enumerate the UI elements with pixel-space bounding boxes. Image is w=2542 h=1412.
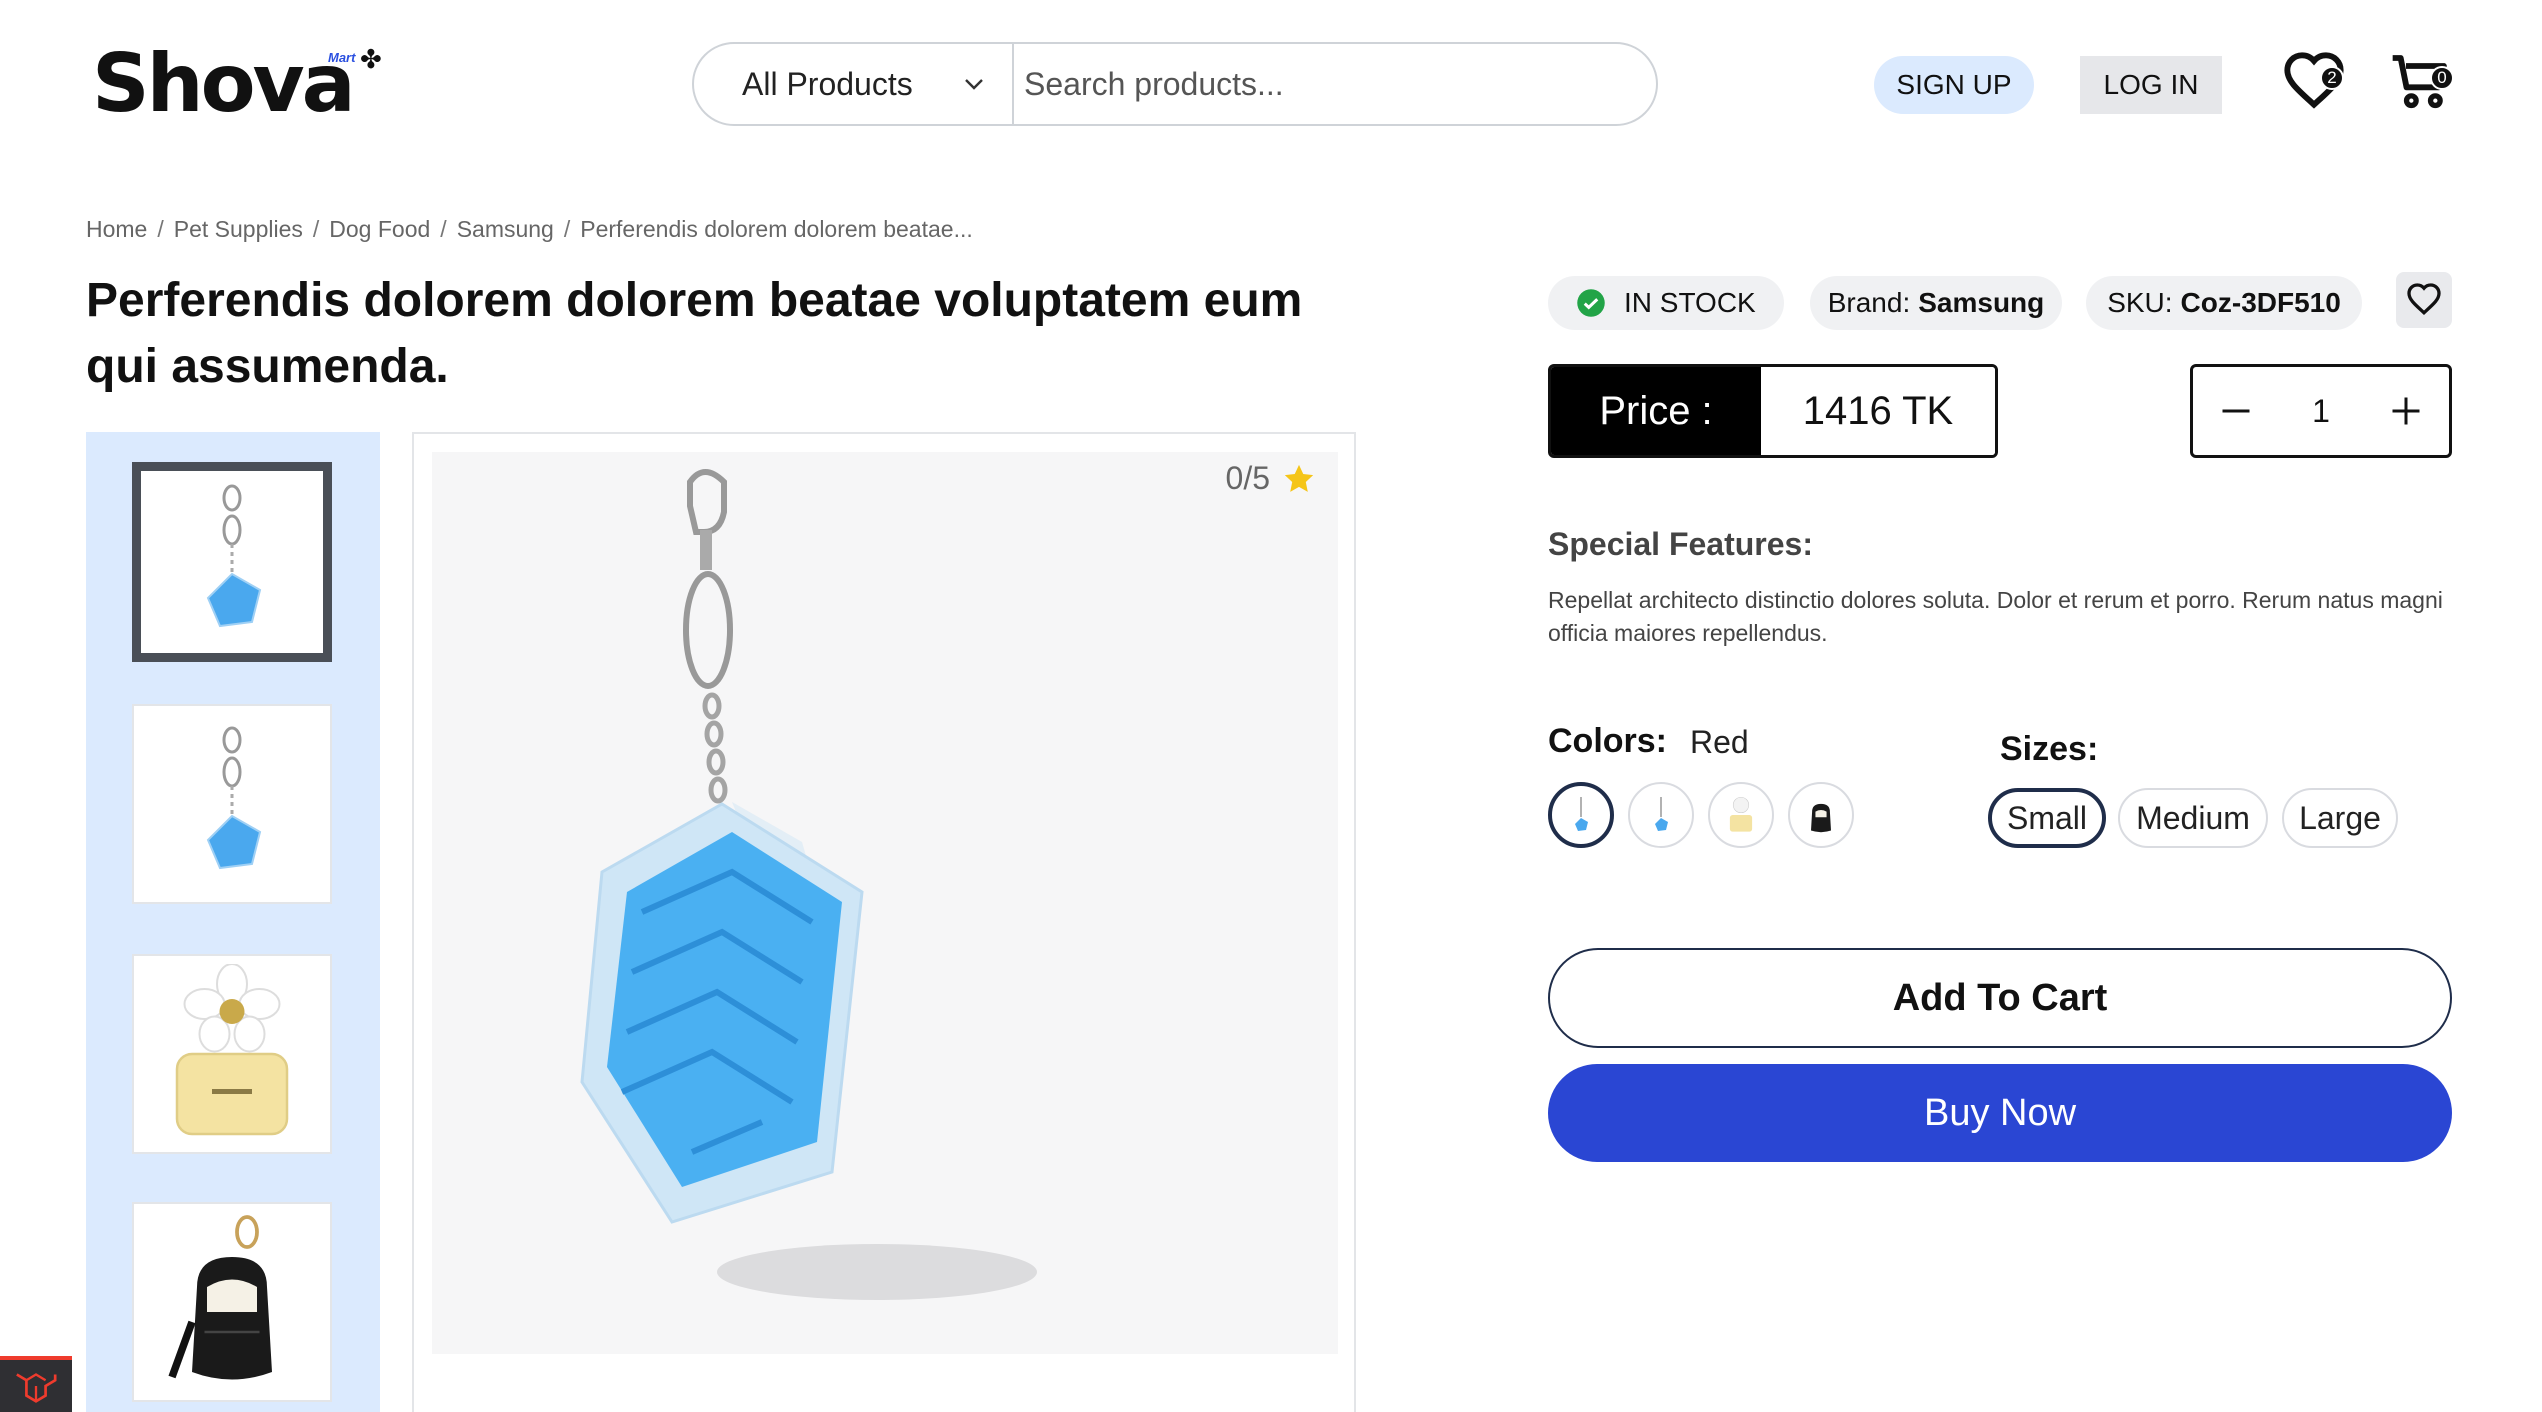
laravel-debug-tab[interactable] (0, 1356, 72, 1412)
main-product-image[interactable] (432, 452, 1338, 1354)
login-button[interactable]: LOG IN (2080, 56, 2222, 114)
check-circle-icon (1577, 289, 1605, 317)
quantity-increase-button[interactable] (2381, 386, 2431, 436)
signup-button[interactable]: SIGN UP (1874, 56, 2034, 114)
search-input[interactable] (1024, 58, 1624, 110)
site-logo[interactable]: Shova Mart ✤ (92, 44, 392, 124)
color-swatch-4[interactable] (1788, 782, 1854, 848)
product-rating: 0/5 (1226, 460, 1316, 497)
breadcrumb-separator: / (440, 216, 447, 242)
selected-color-value: Red (1690, 724, 1749, 760)
category-select[interactable]: All Products (694, 44, 1014, 124)
stock-status-text: IN STOCK (1624, 287, 1756, 318)
breadcrumb: Home / Pet Supplies / Dog Food / Samsung… (86, 216, 973, 243)
thumbnail-strip (86, 432, 380, 1412)
maze-cube-keychain-icon (1575, 797, 1588, 831)
buy-now-button[interactable]: Buy Now (1548, 1064, 2452, 1162)
price-label: Price : (1551, 367, 1761, 455)
thumbnail-2[interactable] (132, 704, 332, 904)
maze-cube-keychain-icon (206, 726, 262, 870)
quantity-value[interactable]: 1 (2312, 393, 2330, 430)
breadcrumb-dog-food[interactable]: Dog Food (329, 216, 430, 243)
main-image-frame: 0/5 (412, 432, 1356, 1412)
add-to-wishlist-button[interactable] (2396, 272, 2452, 328)
logo-tag: Mart (328, 50, 356, 65)
thumbnail-3[interactable] (132, 954, 332, 1154)
breadcrumb-pet-supplies[interactable]: Pet Supplies (174, 216, 303, 243)
maze-cube-keychain-icon (1655, 797, 1668, 831)
price-box: Price : 1416 TK (1548, 364, 1998, 458)
breadcrumb-separator: / (312, 216, 320, 242)
daisy-perfume-icon (175, 964, 289, 1136)
breadcrumb-separator: / (157, 216, 164, 242)
add-to-cart-button[interactable]: Add To Cart (1548, 948, 2452, 1048)
breadcrumb-separator: / (563, 216, 571, 242)
size-option-medium[interactable]: Medium (2118, 788, 2268, 848)
minus-icon (2222, 409, 2250, 413)
stock-status-badge: IN STOCK (1548, 276, 1784, 330)
category-selected: All Products (742, 65, 913, 102)
heart-icon (2407, 283, 2441, 316)
thumbnail-4[interactable] (132, 1202, 332, 1402)
breadcrumb-samsung[interactable]: Samsung (457, 216, 554, 243)
thumbnail-1[interactable] (132, 462, 332, 662)
color-swatch-2[interactable] (1628, 782, 1694, 848)
rating-value: 0/5 (1225, 460, 1270, 496)
cart-count-badge: 0 (2430, 66, 2454, 90)
quantity-decrease-button[interactable] (2211, 386, 2261, 436)
color-swatch-3[interactable] (1708, 782, 1774, 848)
special-features-title: Special Features: (1548, 526, 1813, 562)
wishlist-count-badge: 2 (2320, 66, 2344, 90)
brand-value: Samsung (1918, 287, 2045, 318)
color-swatch-1[interactable] (1548, 782, 1614, 848)
sku-value: Coz-3DF510 (2180, 287, 2341, 318)
size-option-small[interactable]: Small (1988, 788, 2106, 848)
mini-backpack-keychain-icon (1811, 803, 1831, 833)
cart-button[interactable]: 0 (2390, 50, 2460, 120)
brand-badge: Brand: Samsung (1810, 276, 2062, 330)
sku-label: SKU: (2107, 287, 2173, 318)
chevron-down-icon (965, 79, 983, 90)
breadcrumb-current: Perferendis dolorem dolorem beatae... (580, 216, 973, 242)
laravel-logo-icon (16, 1373, 57, 1403)
size-option-large[interactable]: Large (2282, 788, 2398, 848)
sizes-label: Sizes: (2000, 730, 2099, 768)
logo-clover-icon: ✤ (360, 44, 382, 74)
search-bar: All Products (692, 42, 1658, 126)
price-value: 1416 TK (1761, 367, 1995, 455)
special-features-text: Repellat architecto distinctio dolores s… (1548, 587, 2443, 646)
daisy-perfume-icon (1729, 796, 1753, 832)
breadcrumb-home[interactable]: Home (86, 216, 147, 243)
product-title: Perferendis dolorem dolorem beatae volup… (86, 274, 1303, 393)
maze-cube-keychain-icon (580, 469, 1037, 1300)
colors-label: Colors: (1548, 722, 1667, 760)
wishlist-button[interactable]: 2 (2282, 50, 2352, 120)
mini-backpack-keychain-icon (168, 1215, 272, 1380)
plus-icon (2392, 397, 2420, 425)
star-icon (1284, 464, 1314, 492)
quantity-stepper: 1 (2190, 364, 2452, 458)
logo-wordmark: Shova (92, 37, 356, 130)
sku-badge: SKU: Coz-3DF510 (2086, 276, 2362, 330)
brand-label: Brand: (1827, 287, 1911, 318)
maze-cube-keychain-icon (206, 484, 262, 628)
